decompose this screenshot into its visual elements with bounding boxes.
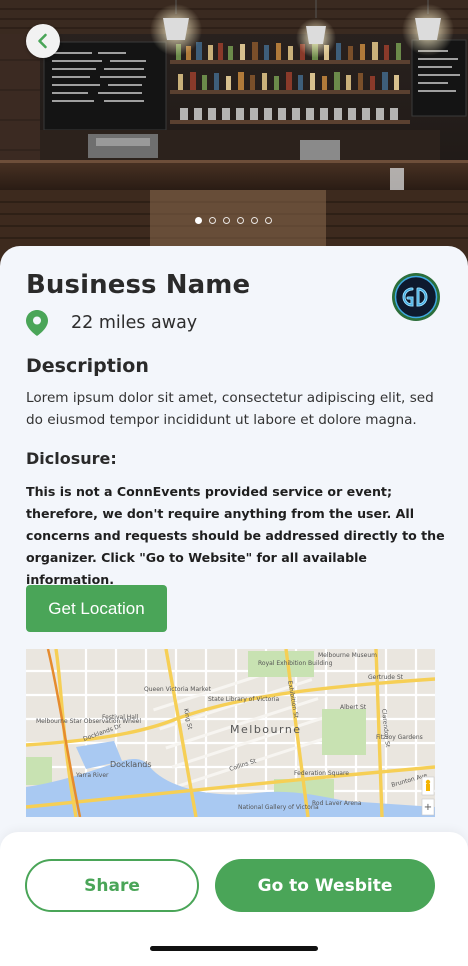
location-map[interactable]: Melbourne Melbourne Museum Royal Exhibit… [26, 649, 435, 817]
carousel-dot[interactable] [195, 217, 202, 224]
business-detail-screen: Business Name 22 miles away Description … [0, 0, 468, 966]
map-label: Melbourne Museum [318, 652, 377, 659]
map-label: Royal Exhibition Building [258, 660, 333, 667]
map-label: Queen Victoria Market [144, 686, 212, 693]
carousel-dot[interactable] [265, 217, 272, 224]
map-label: Albert St [340, 704, 367, 711]
carousel-indicator [195, 217, 272, 224]
get-location-button[interactable]: Get Location [26, 585, 167, 632]
carousel-dot[interactable] [223, 217, 230, 224]
distance-row: 22 miles away [26, 310, 197, 336]
chevron-left-icon [38, 33, 47, 49]
go-to-website-button[interactable]: Go to Wesbite [215, 859, 435, 912]
map-label: Docklands [110, 760, 152, 769]
gd-neon-logo[interactable] [391, 272, 441, 322]
disclosure-text: This is not a ConnEvents provided servic… [26, 484, 445, 587]
map-label: Yarra River [75, 772, 109, 779]
description-text: Lorem ipsum dolor sit amet, consectetur … [26, 390, 434, 428]
carousel-dot[interactable] [251, 217, 258, 224]
map-label: Rod Laver Arena [312, 800, 362, 807]
zoom-in-label: + [424, 802, 432, 813]
bottom-action-bar: Share Go to Wesbite [0, 832, 468, 966]
carousel-dot[interactable] [237, 217, 244, 224]
description-heading: Description [26, 355, 149, 377]
business-name: Business Name [26, 270, 251, 300]
map-label: Melbourne Star Observation Wheel [36, 718, 141, 725]
map-label: National Gallery of Victoria [238, 804, 319, 811]
map-label: Gertrude St [368, 674, 404, 681]
map-tiles: Melbourne Melbourne Museum Royal Exhibit… [26, 649, 435, 817]
home-indicator [150, 946, 318, 951]
share-button[interactable]: Share [25, 859, 199, 912]
hero-carousel[interactable] [0, 0, 468, 268]
bar-interior-photo [0, 0, 468, 268]
map-label: State Library of Victoria [208, 696, 279, 703]
carousel-dot[interactable] [209, 217, 216, 224]
distance-text: 22 miles away [71, 313, 198, 333]
map-pin-icon [26, 310, 48, 336]
map-label: Federation Square [294, 770, 349, 777]
details-card: Business Name 22 miles away Description … [0, 246, 468, 866]
map-city-label: Melbourne [230, 723, 302, 736]
disclosure-heading: Diclosure: [26, 449, 117, 468]
back-button[interactable] [26, 24, 60, 58]
